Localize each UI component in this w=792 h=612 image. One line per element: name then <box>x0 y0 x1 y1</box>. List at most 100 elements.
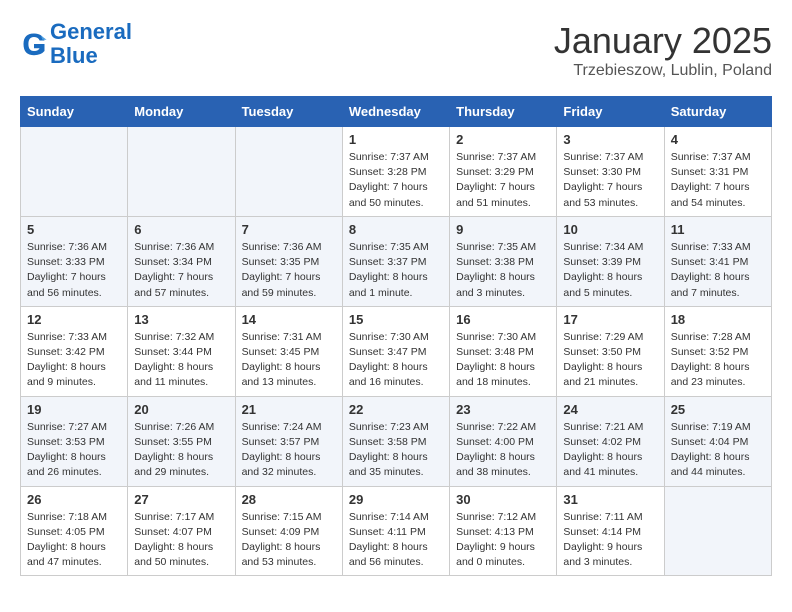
day-info: Sunrise: 7:33 AM Sunset: 3:41 PM Dayligh… <box>671 240 765 301</box>
day-number: 22 <box>349 402 443 417</box>
day-cell: 18Sunrise: 7:28 AM Sunset: 3:52 PM Dayli… <box>664 306 771 396</box>
calendar-table: SundayMondayTuesdayWednesdayThursdayFrid… <box>20 96 772 576</box>
day-number: 23 <box>456 402 550 417</box>
day-cell: 8 Sunrise: 7:35 AM Sunset: 3:37 PM Daylig… <box>342 216 449 306</box>
calendar-subtitle: Trzebieszow, Lublin, Poland <box>554 62 772 80</box>
day-number: 17 <box>563 312 657 327</box>
day-number: 29 <box>349 492 443 507</box>
day-number: 30 <box>456 492 550 507</box>
day-number: 21 <box>242 402 336 417</box>
week-row-1: 1 Sunrise: 7:37 AM Sunset: 3:28 PM Daylig… <box>21 127 772 217</box>
week-row-2: 5Sunrise: 7:36 AM Sunset: 3:33 PM Daylig… <box>21 216 772 306</box>
header-cell-tuesday: Tuesday <box>235 97 342 127</box>
day-cell: 29 Sunrise: 7:14 AM Sunset: 4:11 PM Dayli… <box>342 486 449 576</box>
day-number: 15 <box>349 312 443 327</box>
day-number: 11 <box>671 222 765 237</box>
day-number: 14 <box>242 312 336 327</box>
day-info: Sunrise: 7:30 AM Sunset: 3:48 PM Dayligh… <box>456 330 550 391</box>
title-block: January 2025 Trzebieszow, Lublin, Poland <box>554 20 772 80</box>
day-cell <box>128 127 235 217</box>
day-info: Sunrise: 7:11 AM Sunset: 4:14 PM Dayligh… <box>563 510 657 571</box>
day-cell: 26 Sunrise: 7:18 AM Sunset: 4:05 PM Dayli… <box>21 486 128 576</box>
header-cell-friday: Friday <box>557 97 664 127</box>
day-number: 4 <box>671 132 765 147</box>
day-cell: 5Sunrise: 7:36 AM Sunset: 3:33 PM Daylig… <box>21 216 128 306</box>
day-number: 27 <box>134 492 228 507</box>
day-info: Sunrise: 7:37 AM Sunset: 3:31 PM Dayligh… <box>671 150 765 211</box>
day-info: Sunrise: 7:30 AM Sunset: 3:47 PM Dayligh… <box>349 330 443 391</box>
day-cell: 3 Sunrise: 7:37 AM Sunset: 3:30 PM Daylig… <box>557 127 664 217</box>
week-row-5: 26 Sunrise: 7:18 AM Sunset: 4:05 PM Dayli… <box>21 486 772 576</box>
day-cell: 28 Sunrise: 7:15 AM Sunset: 4:09 PM Dayli… <box>235 486 342 576</box>
day-info: Sunrise: 7:26 AM Sunset: 3:55 PM Dayligh… <box>134 420 228 481</box>
day-info: Sunrise: 7:23 AM Sunset: 3:58 PM Dayligh… <box>349 420 443 481</box>
week-row-3: 12 Sunrise: 7:33 AM Sunset: 3:42 PM Dayli… <box>21 306 772 396</box>
day-info: Sunrise: 7:35 AM Sunset: 3:37 PM Dayligh… <box>349 240 443 301</box>
day-cell: 13 Sunrise: 7:32 AM Sunset: 3:44 PM Dayli… <box>128 306 235 396</box>
week-row-4: 19Sunrise: 7:27 AM Sunset: 3:53 PM Dayli… <box>21 396 772 486</box>
day-number: 13 <box>134 312 228 327</box>
day-info: Sunrise: 7:19 AM Sunset: 4:04 PM Dayligh… <box>671 420 765 481</box>
day-cell: 16 Sunrise: 7:30 AM Sunset: 3:48 PM Dayli… <box>450 306 557 396</box>
day-cell: 30 Sunrise: 7:12 AM Sunset: 4:13 PM Dayli… <box>450 486 557 576</box>
day-cell: 11 Sunrise: 7:33 AM Sunset: 3:41 PM Dayli… <box>664 216 771 306</box>
day-cell: 6Sunrise: 7:36 AM Sunset: 3:34 PM Daylig… <box>128 216 235 306</box>
day-info: Sunrise: 7:36 AM Sunset: 3:34 PM Dayligh… <box>134 240 228 301</box>
day-info: Sunrise: 7:14 AM Sunset: 4:11 PM Dayligh… <box>349 510 443 571</box>
day-info: Sunrise: 7:37 AM Sunset: 3:30 PM Dayligh… <box>563 150 657 211</box>
day-info: Sunrise: 7:31 AM Sunset: 3:45 PM Dayligh… <box>242 330 336 391</box>
day-number: 3 <box>563 132 657 147</box>
day-cell: 2 Sunrise: 7:37 AM Sunset: 3:29 PM Daylig… <box>450 127 557 217</box>
day-info: Sunrise: 7:36 AM Sunset: 3:35 PM Dayligh… <box>242 240 336 301</box>
logo-line2: Blue <box>50 43 98 68</box>
day-info: Sunrise: 7:18 AM Sunset: 4:05 PM Dayligh… <box>27 510 121 571</box>
day-number: 16 <box>456 312 550 327</box>
header-cell-saturday: Saturday <box>664 97 771 127</box>
calendar-title: January 2025 <box>554 20 772 62</box>
day-cell <box>21 127 128 217</box>
header-cell-sunday: Sunday <box>21 97 128 127</box>
day-number: 18 <box>671 312 765 327</box>
day-info: Sunrise: 7:24 AM Sunset: 3:57 PM Dayligh… <box>242 420 336 481</box>
day-info: Sunrise: 7:21 AM Sunset: 4:02 PM Dayligh… <box>563 420 657 481</box>
page-header: General Blue January 2025 Trzebieszow, L… <box>20 20 772 80</box>
day-cell: 27 Sunrise: 7:17 AM Sunset: 4:07 PM Dayli… <box>128 486 235 576</box>
day-number: 19 <box>27 402 121 417</box>
day-cell <box>664 486 771 576</box>
day-number: 1 <box>349 132 443 147</box>
logo-text: General Blue <box>50 20 132 68</box>
day-number: 8 <box>349 222 443 237</box>
day-cell: 9Sunrise: 7:35 AM Sunset: 3:38 PM Daylig… <box>450 216 557 306</box>
day-number: 26 <box>27 492 121 507</box>
day-info: Sunrise: 7:15 AM Sunset: 4:09 PM Dayligh… <box>242 510 336 571</box>
day-cell: 25 Sunrise: 7:19 AM Sunset: 4:04 PM Dayli… <box>664 396 771 486</box>
day-info: Sunrise: 7:17 AM Sunset: 4:07 PM Dayligh… <box>134 510 228 571</box>
day-info: Sunrise: 7:29 AM Sunset: 3:50 PM Dayligh… <box>563 330 657 391</box>
day-cell: 21 Sunrise: 7:24 AM Sunset: 3:57 PM Dayli… <box>235 396 342 486</box>
day-cell: 1 Sunrise: 7:37 AM Sunset: 3:28 PM Daylig… <box>342 127 449 217</box>
day-cell: 15 Sunrise: 7:30 AM Sunset: 3:47 PM Dayli… <box>342 306 449 396</box>
day-info: Sunrise: 7:37 AM Sunset: 3:29 PM Dayligh… <box>456 150 550 211</box>
day-number: 2 <box>456 132 550 147</box>
day-number: 5 <box>27 222 121 237</box>
day-info: Sunrise: 7:37 AM Sunset: 3:28 PM Dayligh… <box>349 150 443 211</box>
logo-line1: General <box>50 19 132 44</box>
day-number: 20 <box>134 402 228 417</box>
day-number: 28 <box>242 492 336 507</box>
day-number: 24 <box>563 402 657 417</box>
day-info: Sunrise: 7:32 AM Sunset: 3:44 PM Dayligh… <box>134 330 228 391</box>
day-cell: 10Sunrise: 7:34 AM Sunset: 3:39 PM Dayli… <box>557 216 664 306</box>
day-info: Sunrise: 7:22 AM Sunset: 4:00 PM Dayligh… <box>456 420 550 481</box>
day-cell: 22 Sunrise: 7:23 AM Sunset: 3:58 PM Dayli… <box>342 396 449 486</box>
day-info: Sunrise: 7:35 AM Sunset: 3:38 PM Dayligh… <box>456 240 550 301</box>
day-cell: 19Sunrise: 7:27 AM Sunset: 3:53 PM Dayli… <box>21 396 128 486</box>
day-number: 25 <box>671 402 765 417</box>
logo-icon <box>20 30 48 58</box>
day-info: Sunrise: 7:12 AM Sunset: 4:13 PM Dayligh… <box>456 510 550 571</box>
day-cell: 20 Sunrise: 7:26 AM Sunset: 3:55 PM Dayli… <box>128 396 235 486</box>
day-info: Sunrise: 7:34 AM Sunset: 3:39 PM Dayligh… <box>563 240 657 301</box>
day-cell: 14 Sunrise: 7:31 AM Sunset: 3:45 PM Dayli… <box>235 306 342 396</box>
day-cell <box>235 127 342 217</box>
day-info: Sunrise: 7:33 AM Sunset: 3:42 PM Dayligh… <box>27 330 121 391</box>
day-number: 12 <box>27 312 121 327</box>
